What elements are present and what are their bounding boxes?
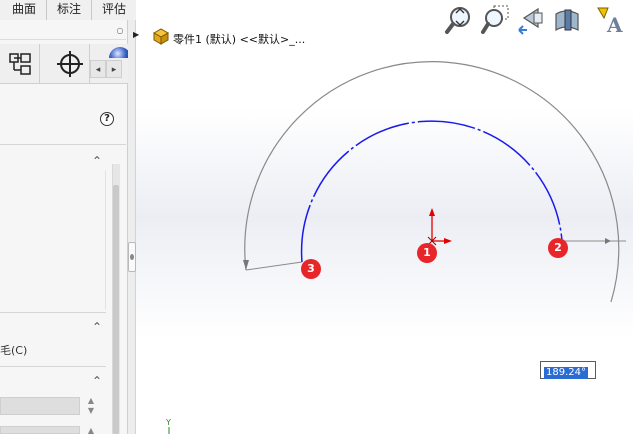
callout-marker-3: 3 (301, 259, 321, 279)
callout-marker-1: 1 (417, 243, 437, 263)
callout-marker-2: 2 (548, 238, 568, 258)
sketch-canvas[interactable] (0, 0, 633, 434)
angle-dimension-value[interactable]: 189.24° (544, 367, 588, 379)
triad-y-label: Y (166, 418, 171, 427)
dimension-arrow (605, 238, 611, 244)
dimension-arrow (243, 260, 249, 270)
origin-icon (427, 208, 452, 246)
angle-dimension-box[interactable]: 189.24° (540, 361, 596, 379)
extension-line (245, 261, 303, 271)
